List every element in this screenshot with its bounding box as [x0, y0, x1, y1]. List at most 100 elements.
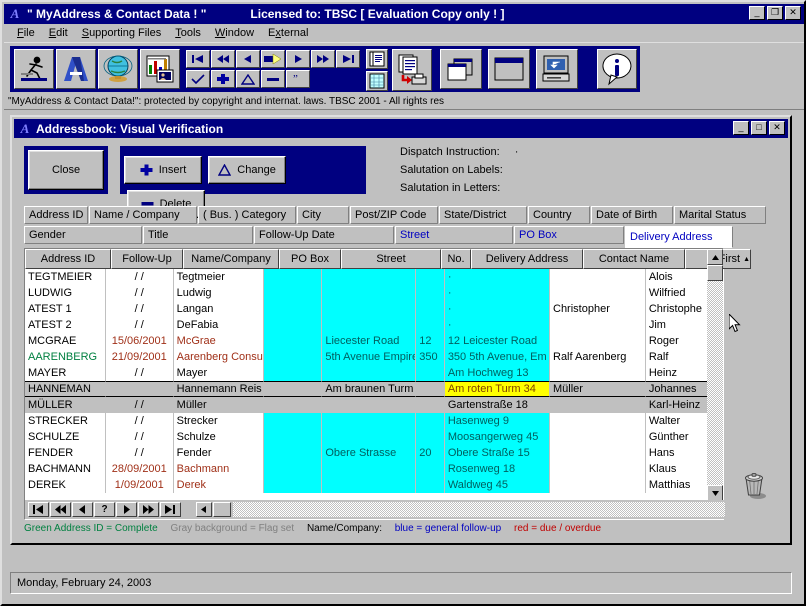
field-tab-post-zip-code[interactable]: Post/ZIP Code: [350, 206, 438, 224]
table-row[interactable]: MCGRAE 15/06/2001 McGrae Liecester Road 12 12…: [25, 333, 708, 349]
field-tab-date-of-birth[interactable]: Date of Birth: [591, 206, 673, 224]
table-row[interactable]: HANNEMAN Hannemann Reis Am braunen Turm Am …: [25, 381, 708, 397]
grid-cell-address-id[interactable]: MAYER: [25, 365, 106, 381]
grid-cell-delivery-address[interactable]: 350 5th Avenue, Em: [444, 349, 550, 365]
table-row[interactable]: FENDER / / Fender Obere Strasse 20 Obere Stra…: [25, 445, 708, 461]
grid-cell-po-box[interactable]: [263, 301, 323, 317]
grid-cell-delivery-address[interactable]: ·: [444, 301, 550, 317]
child-restore-button[interactable]: □: [751, 121, 767, 135]
grid-cell-name-company[interactable]: Schulze: [173, 429, 264, 445]
grid-cell-follow-up[interactable]: / /: [105, 365, 174, 381]
grid-cell-address-id[interactable]: TEGTMEIER: [25, 269, 106, 285]
table-row[interactable]: MÜLLER / / Müller Gartenstraße 18 Karl-Heinz: [25, 397, 708, 413]
grid-cell-contact-name[interactable]: [550, 445, 646, 461]
list-report-button[interactable]: [366, 49, 388, 69]
table-row[interactable]: DEREK 1/09/2001 Derek Waldweg 45 Matthias: [25, 477, 708, 493]
grid-cell-first[interactable]: Ralf: [645, 349, 708, 365]
globe-icon-button[interactable]: [98, 49, 138, 89]
close-button[interactable]: ✕: [785, 6, 801, 20]
grid-cell-po-box[interactable]: [263, 317, 323, 333]
scroll-down-button[interactable]: [707, 485, 723, 501]
grid-cell-name-company[interactable]: Mayer: [173, 365, 264, 381]
grid-cell-street[interactable]: [322, 413, 417, 429]
grid-column-header-no[interactable]: No.: [441, 249, 471, 269]
grid-cell-delivery-address[interactable]: Rosenweg 18: [444, 461, 550, 477]
trash-can-icon[interactable]: [740, 468, 770, 500]
grid-cell-name-company[interactable]: Ludwig: [173, 285, 264, 301]
triangle-button[interactable]: [236, 70, 260, 88]
grid-cell-follow-up[interactable]: [105, 381, 174, 397]
grid-cell-first[interactable]: Günther: [645, 429, 708, 445]
grid-cell-contact-name[interactable]: [550, 317, 646, 333]
grid-cell-name-company[interactable]: DeFabia: [173, 317, 264, 333]
grid-cell-follow-up[interactable]: 21/09/2001: [105, 349, 174, 365]
grid-cell-no[interactable]: [416, 381, 445, 397]
grid-cell-street[interactable]: 5th Avenue Empire S: [322, 349, 417, 365]
grid-cell-po-box[interactable]: [263, 397, 323, 413]
nav-prev-record-button[interactable]: [72, 502, 93, 517]
table-row[interactable]: SCHULZE / / Schulze Moosangerweg 45 Günther: [25, 429, 708, 445]
grid-cell-follow-up[interactable]: 15/06/2001: [105, 333, 174, 349]
grid-cell-address-id[interactable]: FENDER: [25, 445, 106, 461]
child-minimize-button[interactable]: _: [733, 121, 749, 135]
grid-cell-street[interactable]: [322, 397, 417, 413]
grid-cell-name-company[interactable]: Fender: [173, 445, 264, 461]
menu-supporting-files[interactable]: Supporting Files: [75, 26, 169, 40]
grid-cell-delivery-address[interactable]: Obere Straße 15: [444, 445, 550, 461]
grid-cell-delivery-address[interactable]: 12 Leicester Road: [444, 333, 550, 349]
grid-cell-street[interactable]: [322, 461, 417, 477]
nav-next-button[interactable]: [286, 50, 310, 68]
grid-cell-name-company[interactable]: Strecker: [173, 413, 264, 429]
grid-cell-follow-up[interactable]: / /: [105, 285, 174, 301]
nav-last-record-button[interactable]: [160, 502, 181, 517]
table-row[interactable]: LUDWIG / / Ludwig · Wilfried: [25, 285, 708, 301]
check-button[interactable]: [186, 70, 210, 88]
nav-last-button[interactable]: [336, 50, 360, 68]
grid-cell-contact-name[interactable]: [550, 397, 646, 413]
field-tab-delivery-address[interactable]: Delivery Address: [625, 226, 733, 248]
table-row[interactable]: ATEST 1/ / Langan · Christopher Christophe: [25, 301, 708, 317]
grid-cell-address-id[interactable]: STRECKER: [25, 413, 106, 429]
grid-cell-address-id[interactable]: LUDWIG: [25, 285, 106, 301]
scroll-thumb[interactable]: [707, 265, 723, 281]
grid-cell-first[interactable]: Roger: [645, 333, 708, 349]
grid-column-header-name-company[interactable]: Name/Company: [183, 249, 279, 269]
insert-button[interactable]: Insert: [124, 156, 202, 184]
grid-cell-po-box[interactable]: [263, 461, 323, 477]
info-button[interactable]: [597, 49, 637, 89]
grid-cell-name-company[interactable]: Langan: [173, 301, 264, 317]
grid-cell-no[interactable]: [416, 301, 445, 317]
report-chart-icon-button[interactable]: [140, 49, 180, 89]
table-row[interactable]: ATEST 2/ / DeFabia · Jim: [25, 317, 708, 333]
nav-forward-button[interactable]: [311, 50, 335, 68]
scroll-up-button[interactable]: [707, 249, 723, 265]
plus-button[interactable]: [211, 70, 235, 88]
nav-rewind-button[interactable]: [211, 50, 235, 68]
grid-cell-contact-name[interactable]: [550, 365, 646, 381]
grid-cell-po-box[interactable]: [263, 333, 323, 349]
grid-report-button[interactable]: [366, 71, 388, 91]
grid-cell-no[interactable]: [416, 413, 445, 429]
field-tab-marital-status[interactable]: Marital Status: [674, 206, 766, 224]
nav-rewind-record-button[interactable]: [50, 502, 71, 517]
grid-cell-contact-name[interactable]: Müller: [550, 381, 646, 397]
menu-tools[interactable]: Tools: [168, 26, 208, 40]
letter-a-icon-button[interactable]: [56, 49, 96, 89]
grid-cell-no[interactable]: 20: [416, 445, 445, 461]
field-tab-follow-up-date[interactable]: Follow-Up Date: [254, 226, 394, 244]
grid-cell-delivery-address[interactable]: Gartenstraße 18: [444, 397, 550, 413]
grid-cell-no[interactable]: [416, 269, 445, 285]
restore-button[interactable]: ❐: [767, 6, 783, 20]
grid-cell-address-id[interactable]: DEREK: [25, 477, 106, 493]
menu-file[interactable]: FFileile: [10, 26, 42, 40]
field-tab-bus-category[interactable]: ( Bus. ) Category: [198, 206, 296, 224]
grid-cell-delivery-address[interactable]: Am Hochweg 13: [444, 365, 550, 381]
field-tab-address-id[interactable]: Address ID: [24, 206, 88, 224]
grid-cell-address-id[interactable]: HANNEMAN: [25, 381, 106, 397]
grid-cell-po-box[interactable]: [263, 429, 323, 445]
menu-edit[interactable]: Edit: [42, 26, 75, 40]
table-row[interactable]: STRECKER / / Strecker Hasenweg 9 Walter: [25, 413, 708, 429]
grid-cell-no[interactable]: [416, 461, 445, 477]
grid-column-header-po-box[interactable]: PO Box: [279, 249, 341, 269]
grid-column-header-address-id[interactable]: Address ID: [25, 249, 111, 269]
